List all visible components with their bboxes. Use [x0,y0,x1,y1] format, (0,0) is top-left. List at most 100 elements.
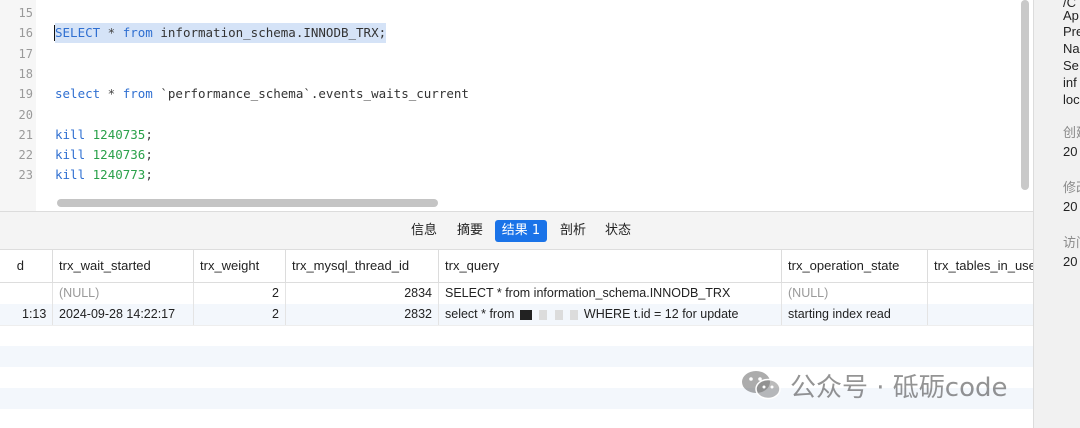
code-line[interactable]: 19 select * from `performance_schema`.eve… [0,84,1020,104]
code-token: kill [55,147,86,163]
tab-profile[interactable]: 剖析 [554,220,592,242]
modified-value: 20 [1063,199,1078,214]
col-header-trx-tables-in-use[interactable]: trx_tables_in_use [928,250,1033,282]
sql-editor[interactable]: 15 16 SELECT * from information_schema.INN… [0,0,1033,212]
line-number: 16 [18,26,33,41]
code-token: ; [145,126,153,142]
watermark: 公众号 · 砥砺code [740,366,1008,404]
code-text[interactable]: kill 1240735; [55,125,153,145]
code-line[interactable]: 16 SELECT * from information_schema.INNOD… [0,23,1020,44]
cell-trx-wait-started: (NULL) [53,283,194,304]
cell-trx-tables-in-use [928,283,1033,304]
grid-header: d trx_wait_started trx_weight trx_mysql_… [0,250,1033,283]
table-row[interactable]: (NULL) 2 2834 SELECT * from information_… [0,283,1033,304]
accessed-value: 20 [1063,254,1078,269]
code-token: * [100,25,123,41]
line-number: 18 [18,66,33,81]
cell-trx-operation-state: starting index read [782,304,928,325]
code-token: `performance_schema`.events_waits_curren… [152,86,469,102]
code-token: ; [145,147,153,163]
code-token: 1240735 [92,126,146,142]
cell-trx-id: 1:13 [0,304,53,325]
code-line[interactable]: 17 [0,44,1020,64]
code-line[interactable]: 20 [0,105,1020,125]
tab-summary[interactable]: 摘要 [451,220,489,242]
code-line[interactable]: 18 [0,64,1020,84]
cell-trx-weight: 2 [194,283,286,304]
redacted-block [554,309,563,320]
cell-trx-mysql-thread-id: 2832 [286,304,439,325]
info-line: Se [1063,58,1079,73]
accessed-label: 访问 [1063,235,1080,250]
tab-info[interactable]: 信息 [405,220,443,242]
table-row-empty [0,325,1033,347]
code-token: kill [55,167,86,183]
code-text[interactable]: kill 1240773; [55,165,153,185]
info-line: loc [1063,92,1080,107]
info-line: inf [1063,75,1077,90]
query-suffix: WHERE t.id = 12 for update [583,307,739,321]
code-token: select [55,86,101,102]
line-number: 21 [18,127,33,142]
code-token: ; [145,167,153,183]
text-caret [54,25,55,42]
line-number: 19 [18,87,33,102]
watermark-text: 公众号 · 砥砺code [790,372,1008,403]
redacted-block [539,309,548,320]
code-line[interactable]: 22 kill 1240736; [0,145,1020,165]
created-value: 20 [1063,144,1078,159]
result-tabs-bar: 信息 摘要 结果 1 剖析 状态 [0,212,1033,250]
code-token: from [122,25,153,41]
table-row-empty [0,409,1033,428]
modified-label: 修改 [1063,180,1080,195]
line-number: 23 [18,168,33,183]
table-row-empty [0,346,1033,367]
code-text[interactable]: select * from `performance_schema`.event… [55,84,469,104]
cell-trx-mysql-thread-id: 2834 [286,283,439,304]
table-row[interactable]: 1:13 2024-09-28 14:22:17 2 2832 select *… [0,304,1033,325]
info-line: Na [1063,41,1080,56]
code-token: 1240773 [92,167,146,183]
object-info-panel: /C Ap Pre Na Se inf loc 创建 20 修改 20 访问 2… [1033,0,1080,428]
cell-trx-tables-in-use [928,304,1033,325]
editor-horizontal-scrollbar[interactable] [57,199,438,207]
code-text[interactable]: kill 1240736; [55,145,153,165]
code-token: information_schema.INNODB_TRX; [152,25,387,41]
tab-status[interactable]: 状态 [599,220,637,242]
code-token: kill [55,126,86,142]
code-token: SELECT [55,25,101,41]
col-header-trx-mysql-thread-id[interactable]: trx_mysql_thread_id [286,250,439,282]
tab-result-1[interactable]: 结果 1 [495,220,547,242]
col-header-trx-query[interactable]: trx_query [439,250,782,282]
query-prefix: select * from [445,307,515,321]
cell-trx-id [0,283,53,304]
editor-vertical-scrollbar[interactable] [1021,0,1029,190]
col-header-trx-operation-state[interactable]: trx_operation_state [782,250,928,282]
cell-trx-query: SELECT * from information_schema.INNODB_… [439,283,782,304]
col-header-trx-id[interactable]: d [0,250,53,282]
code-line[interactable]: 23 kill 1240773; [0,165,1020,185]
redacted-block [570,309,579,320]
line-number: 20 [18,107,33,122]
info-line: Pre [1063,24,1080,39]
code-line[interactable]: 15 [0,3,1020,23]
code-line[interactable]: 21 kill 1240735; [0,125,1020,145]
redacted-block [519,309,532,320]
code-token: from [122,86,153,102]
code-token: * [100,86,123,102]
cell-trx-query: select * from WHERE t.id = 12 for update [439,304,782,325]
cell-trx-weight: 2 [194,304,286,325]
cell-trx-wait-started: 2024-09-28 14:22:17 [53,304,194,325]
col-header-trx-wait-started[interactable]: trx_wait_started [53,250,194,282]
line-number: 22 [18,148,33,163]
line-number: 15 [18,6,33,20]
line-number: 17 [18,46,33,61]
info-line: Ap [1063,8,1079,23]
code-text[interactable]: SELECT * from information_schema.INNODB_… [55,23,387,44]
col-header-trx-weight[interactable]: trx_weight [194,250,286,282]
code-token: 1240736 [92,147,146,163]
cell-trx-operation-state: (NULL) [782,283,928,304]
